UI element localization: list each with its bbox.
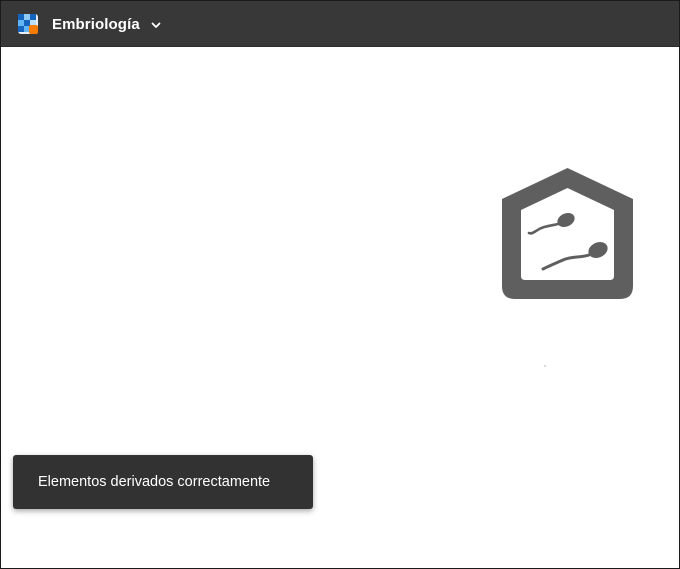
app-title: Embriología xyxy=(52,15,140,33)
loading-dot xyxy=(544,365,546,367)
house-with-sperm-icon xyxy=(501,168,634,300)
snackbar-toast: Elementos derivados correctamente xyxy=(13,455,313,509)
top-bar: Embriología xyxy=(1,1,679,47)
app-window: Embriología Elementos derivados correcta… xyxy=(0,0,680,569)
app-logo-icon xyxy=(15,11,41,37)
chevron-down-icon[interactable] xyxy=(150,18,162,30)
toast-message: Elementos derivados correctamente xyxy=(38,474,271,490)
app-switcher-button[interactable]: Embriología xyxy=(15,9,162,39)
